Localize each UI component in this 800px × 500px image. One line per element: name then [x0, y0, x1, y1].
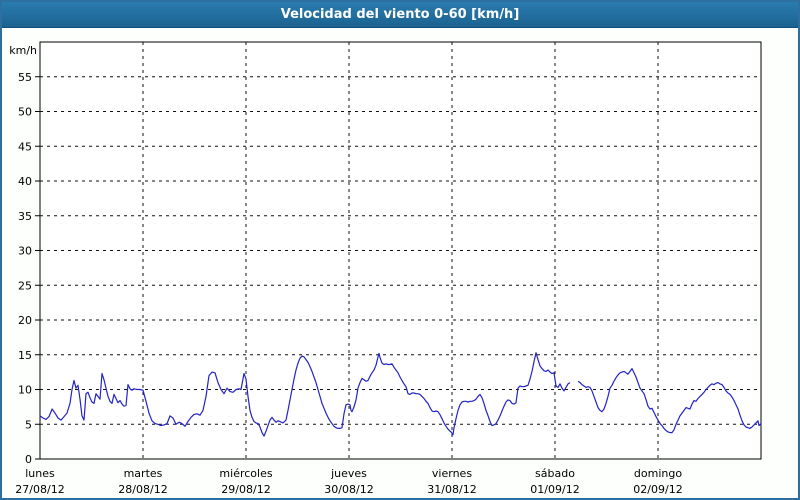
y-tick-label: 50 [18, 106, 32, 119]
x-tick-date-label: 29/08/12 [221, 483, 270, 496]
y-tick-label: 0 [25, 453, 32, 466]
y-tick-label: 20 [18, 314, 32, 327]
y-tick-label: 25 [18, 279, 32, 292]
x-tick-day-label: sábado [535, 467, 575, 480]
x-tick-day-label: jueves [330, 467, 367, 480]
y-tick-label: 45 [18, 140, 32, 153]
x-tick-date-label: 01/09/12 [530, 483, 579, 496]
x-tick-day-label: domingo [634, 467, 682, 480]
y-tick-label: 40 [18, 175, 32, 188]
chart-window: Velocidad del viento 0-60 [km/h] 0 5 10 15 2… [0, 0, 800, 500]
x-tick-day-label: viernes [432, 467, 472, 480]
y-axis-unit-label: km/h [9, 44, 37, 57]
y-tick-label: 30 [18, 245, 32, 258]
y-tick-label: 55 [18, 71, 32, 84]
x-tick-date-label: 02/09/12 [633, 483, 682, 496]
y-tick-label: 5 [25, 418, 32, 431]
x-tick-day-label: miércoles [219, 467, 272, 480]
y-tick-label: 10 [18, 384, 32, 397]
y-tick-label: 15 [18, 349, 32, 362]
x-tick-date-label: 27/08/12 [15, 483, 64, 496]
chart-title: Velocidad del viento 0-60 [km/h] [281, 7, 520, 22]
x-tick-day-label: martes [124, 467, 163, 480]
x-tick-date-label: 28/08/12 [118, 483, 167, 496]
x-tick-date-label: 30/08/12 [324, 483, 373, 496]
chart-svg: 0 5 10 15 20 25 30 35 40 45 50 55 km/h lunes 27/08/12 m… [2, 28, 798, 499]
title-bar: Velocidad del viento 0-60 [km/h] [2, 2, 798, 28]
x-tick-day-label: lunes [25, 467, 55, 480]
x-tick-date-label: 31/08/12 [427, 483, 476, 496]
y-tick-label: 35 [18, 210, 32, 223]
plot-area [40, 42, 761, 459]
